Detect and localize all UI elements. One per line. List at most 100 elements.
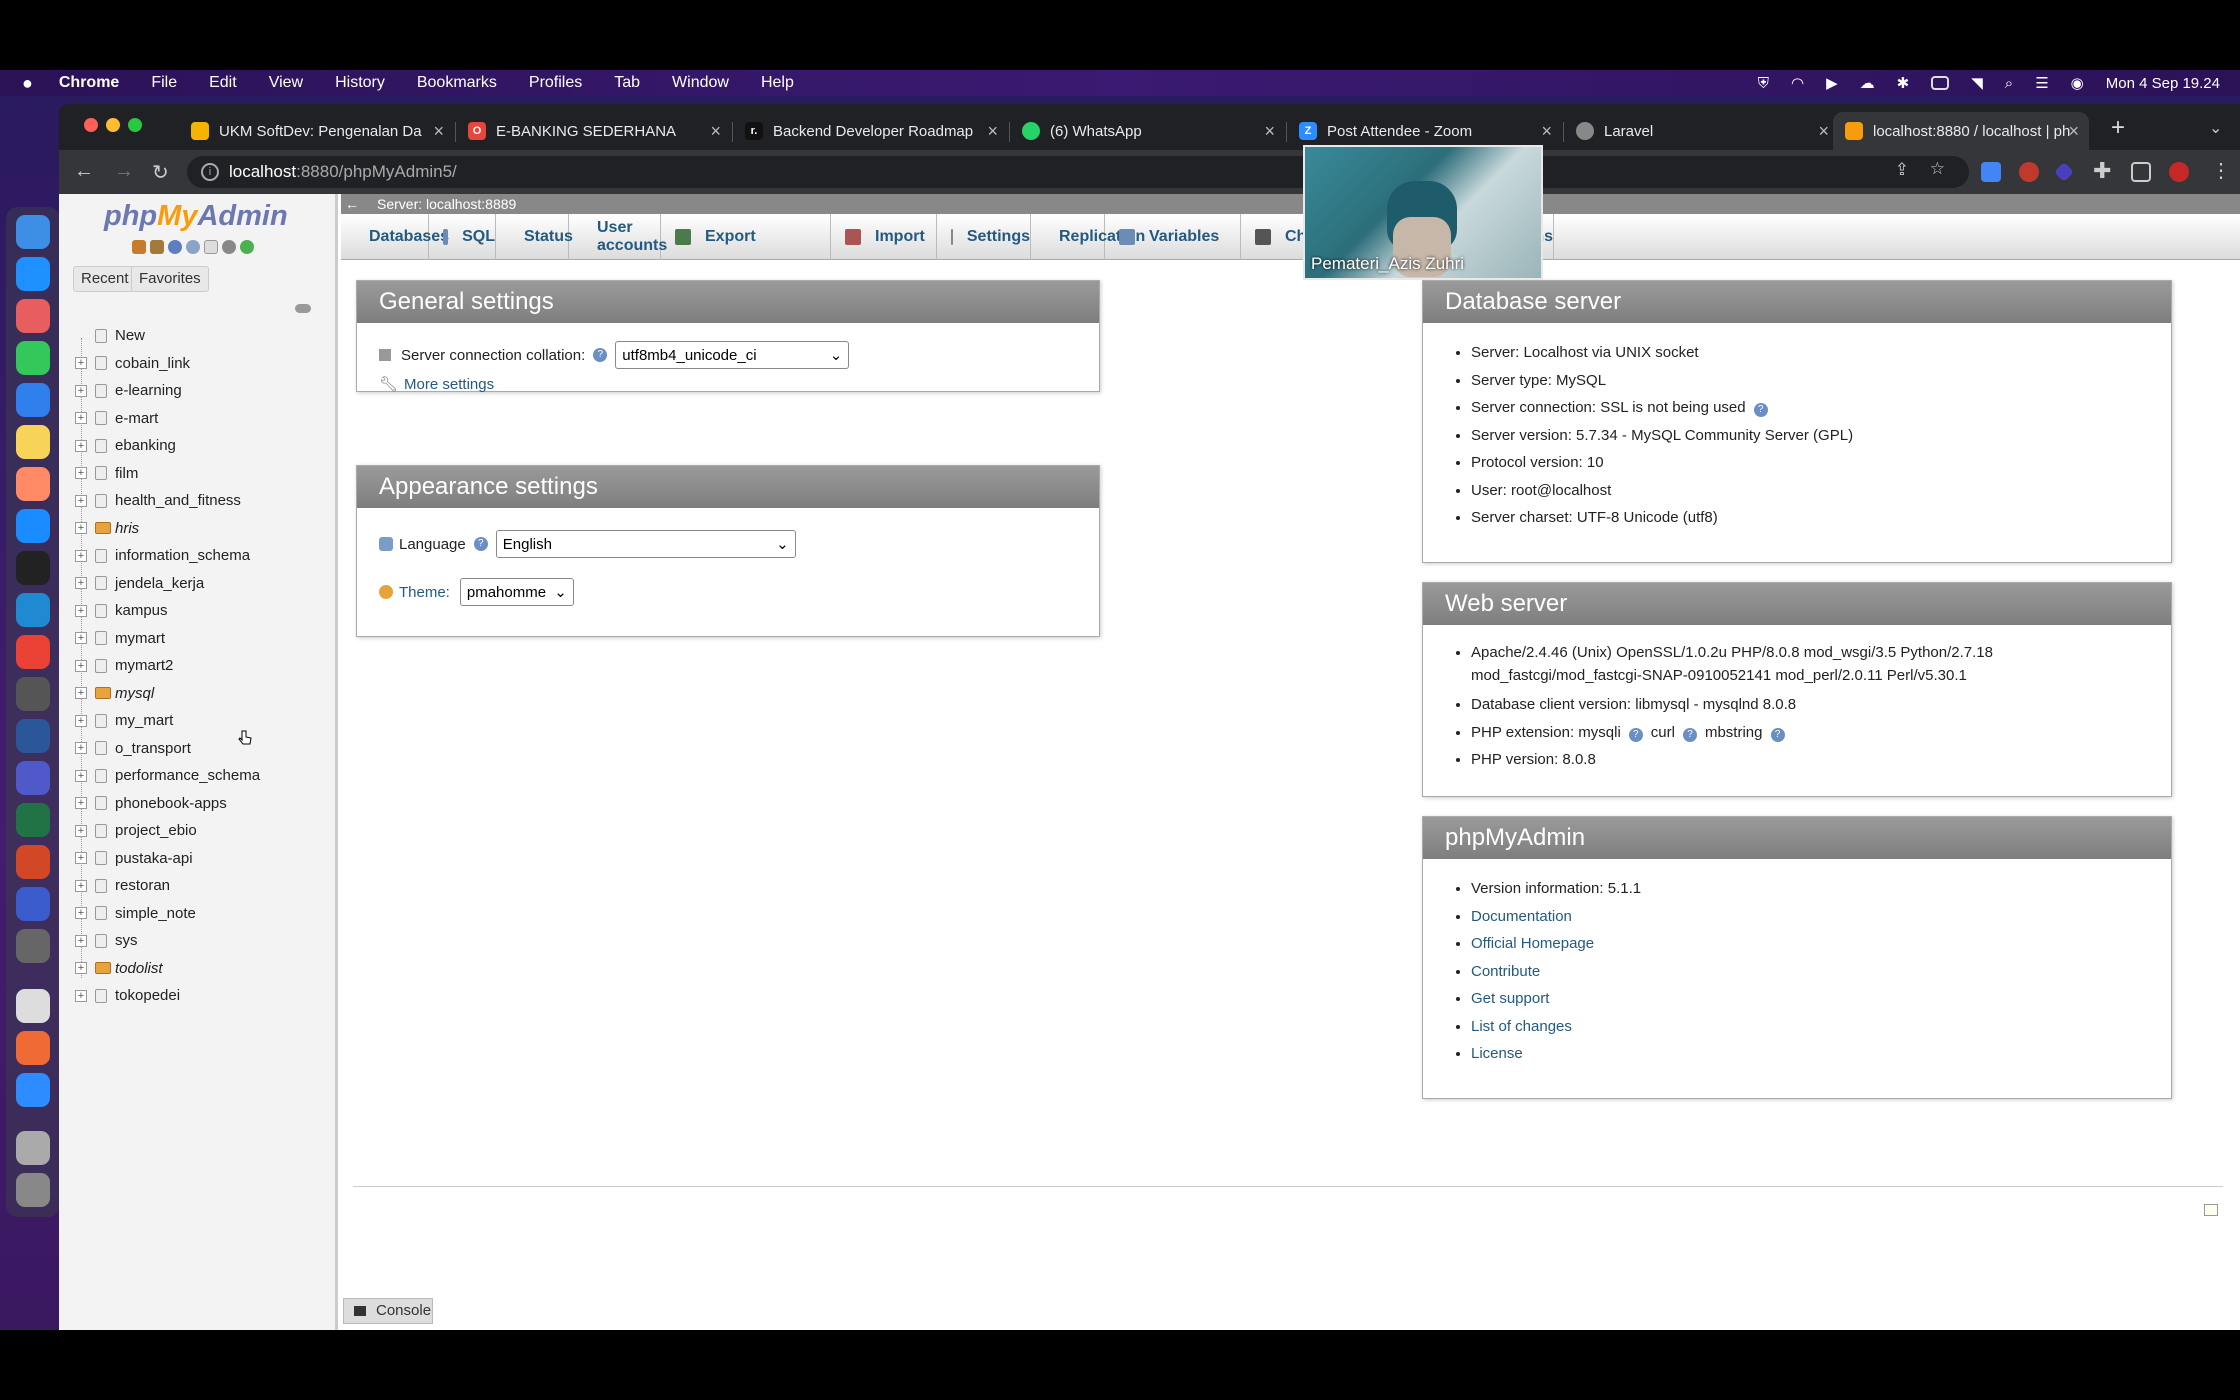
database-name[interactable]: phonebook-apps (115, 795, 227, 812)
help-icon[interactable]: ? (473, 537, 488, 551)
kebab-menu-icon[interactable]: ⋮ (2211, 158, 2231, 183)
vpn-icon[interactable]: ⛨ (1758, 75, 1769, 92)
database-name[interactable]: mysql (115, 685, 154, 702)
tree-item-my_mart[interactable]: + my_mart (67, 707, 332, 735)
menu-bookmarks[interactable]: Bookmarks (417, 74, 497, 92)
official-homepage-link[interactable]: Official Homepage (1471, 935, 1594, 952)
expand-plus-icon[interactable]: + (75, 934, 87, 947)
sql-docs-icon[interactable] (204, 240, 218, 254)
extensions-puzzle-icon[interactable]: ✚ (2093, 158, 2111, 184)
photos-icon[interactable] (16, 467, 50, 501)
expand-plus-icon[interactable]: + (75, 522, 87, 535)
database-name[interactable]: pustaka-api (115, 850, 193, 867)
system-settings-icon[interactable] (16, 929, 50, 963)
expand-plus-icon[interactable]: + (75, 852, 87, 865)
tab-ukm-softdev[interactable]: UKM SoftDev: Pengenalan Da × (179, 112, 454, 150)
database-name[interactable]: my_mart (115, 712, 173, 729)
tab-backend-roadmap[interactable]: r. Backend Developer Roadmap × (733, 112, 1008, 150)
database-name[interactable]: e-learning (115, 382, 182, 399)
expand-plus-icon[interactable]: + (75, 907, 87, 920)
site-info-icon[interactable]: i (201, 163, 219, 181)
menubar-clock[interactable]: Mon 4 Sep 19.24 (2106, 75, 2220, 92)
tab-import[interactable]: Import (831, 214, 937, 260)
tree-item-tokopedei[interactable]: + tokopedei (67, 982, 332, 1010)
tree-item-e-learning[interactable]: + e-learning (67, 377, 332, 405)
help-icon[interactable]: ? (1628, 727, 1643, 742)
expand-plus-icon[interactable]: + (75, 769, 87, 782)
database-name[interactable]: e-mart (115, 410, 158, 427)
zoom-video-thumbnail[interactable]: Pemateri_Azis Zuhri (1303, 145, 1543, 280)
tab-search-chevron-icon[interactable]: ⌄ (2209, 118, 2222, 138)
red-extension-icon[interactable] (2019, 162, 2039, 182)
trash-icon[interactable] (16, 1173, 50, 1207)
expand-plus-icon[interactable]: + (75, 879, 87, 892)
qr-code-icon[interactable] (16, 1131, 50, 1165)
expand-plus-icon[interactable]: + (75, 357, 87, 370)
menu-chrome[interactable]: Chrome (59, 74, 119, 92)
finder-icon[interactable] (16, 215, 50, 249)
help-icon[interactable]: ? (1770, 727, 1785, 742)
minimize-window-button[interactable] (106, 118, 120, 132)
expand-plus-icon[interactable]: + (75, 659, 87, 672)
tree-item-ebanking[interactable]: + ebanking (67, 432, 332, 460)
vscode-icon[interactable] (16, 593, 50, 627)
tree-item-sys[interactable]: + sys (67, 927, 332, 955)
tree-item-performance_schema[interactable]: + performance_schema (67, 762, 332, 790)
database-name[interactable]: film (115, 465, 138, 482)
database-name[interactable]: todolist (115, 960, 163, 977)
tree-item-mysql[interactable]: + mysql (67, 680, 332, 708)
tree-new-database[interactable]: New (67, 322, 332, 350)
reload-icon[interactable]: ↻ (152, 160, 169, 185)
zoom-dock-icon[interactable] (16, 1073, 50, 1107)
database-name[interactable]: simple_note (115, 905, 196, 922)
menu-help[interactable]: Help (761, 74, 794, 92)
expand-plus-icon[interactable]: + (75, 384, 87, 397)
database-name[interactable]: tokopedei (115, 987, 180, 1004)
close-window-button[interactable] (84, 118, 98, 132)
tab-e-banking[interactable]: O E-BANKING SEDERHANA × (456, 112, 731, 150)
link-with-main-panel-icon[interactable] (295, 304, 311, 313)
tree-item-hris[interactable]: + hris (67, 515, 332, 543)
database-name[interactable]: New (115, 327, 145, 344)
tree-item-todolist[interactable]: + todolist (67, 955, 332, 983)
tab-laravel[interactable]: Laravel × (1564, 112, 1839, 150)
tab-close-icon[interactable]: × (1818, 121, 1829, 142)
tab-settings[interactable]: Settings (937, 214, 1031, 260)
phpmyadmin-logo[interactable]: phpMyAdmin (104, 200, 288, 233)
tab-databases[interactable]: Databases (341, 214, 449, 260)
zoom-window-button[interactable] (128, 118, 142, 132)
menu-view[interactable]: View (269, 74, 303, 92)
tree-item-phonebook-apps[interactable]: + phonebook-apps (67, 790, 332, 818)
tree-item-restoran[interactable]: + restoran (67, 872, 332, 900)
expand-plus-icon[interactable]: + (75, 824, 87, 837)
home-icon[interactable] (132, 240, 146, 254)
tab-status[interactable]: Status (496, 214, 573, 260)
launchpad-icon[interactable] (16, 299, 50, 333)
tab-whatsapp[interactable]: (6) WhatsApp × (1010, 112, 1285, 150)
menu-file[interactable]: File (151, 74, 177, 92)
database-name[interactable]: mymart (115, 630, 165, 647)
console-toggle-button[interactable]: Console (343, 1298, 433, 1324)
help-icon[interactable]: ? (1682, 727, 1697, 742)
notes-icon[interactable] (16, 425, 50, 459)
expand-plus-icon[interactable]: + (75, 989, 87, 1002)
spotlight-search-icon[interactable]: ⌕ (2005, 75, 2013, 92)
database-name[interactable]: project_ebio (115, 822, 197, 839)
database-name[interactable]: o_transport (115, 740, 191, 757)
theme-select[interactable]: pmahomme ⌄ (459, 578, 574, 606)
tab-close-icon[interactable]: × (987, 121, 998, 142)
menu-window[interactable]: Window (672, 74, 729, 92)
tab-phpmyadmin-active[interactable]: localhost:8880 / localhost | ph × (1833, 112, 2089, 150)
license-link[interactable]: License (1471, 1045, 1523, 1062)
cloud-icon[interactable]: ☁ (1860, 74, 1875, 92)
logout-icon[interactable] (150, 240, 164, 254)
tree-item-o_transport[interactable]: + o_transport (67, 735, 332, 763)
expand-plus-icon[interactable]: + (75, 962, 87, 975)
screenshot-icon[interactable] (16, 677, 50, 711)
siri-icon[interactable]: ◉ (2071, 74, 2084, 92)
tree-item-pustaka-api[interactable]: + pustaka-api (67, 845, 332, 873)
tableplus-icon[interactable] (16, 989, 50, 1023)
database-name[interactable]: cobain_link (115, 355, 190, 372)
tree-item-cobain_link[interactable]: + cobain_link (67, 350, 332, 378)
safari-icon[interactable] (16, 257, 50, 291)
